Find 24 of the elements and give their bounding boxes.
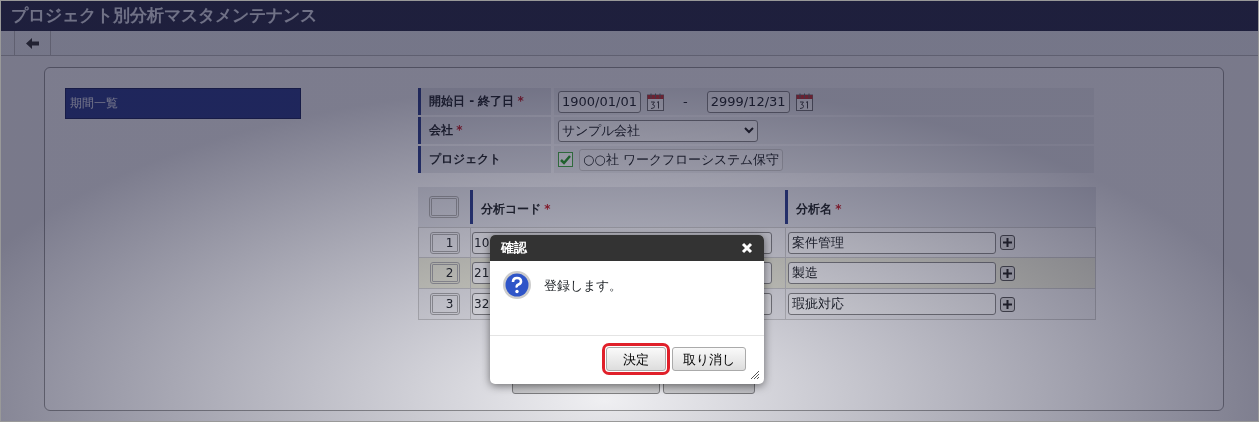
company-select[interactable]: サンプル会社 — [558, 119, 758, 142]
name-field[interactable]: 案件管理 — [788, 231, 996, 254]
field-label: 開始日 - 終了日 * — [418, 88, 551, 115]
window-title: プロジェクト別分析マスタメンテナンス — [1, 1, 1258, 31]
dialog-message: 登録します。 — [544, 277, 622, 295]
required-mark: * — [517, 94, 524, 108]
row-number[interactable]: 1 — [429, 231, 460, 254]
date-field[interactable]: 1900/01/01 — [558, 90, 641, 113]
field-label: プロジェクト — [418, 146, 551, 173]
date-field[interactable]: 2999/12/31 — [706, 90, 790, 113]
dialog-title: 確認 — [501, 239, 527, 258]
row-number[interactable]: 3 — [429, 293, 460, 315]
column-header: 分析コード * — [470, 190, 785, 224]
name-field[interactable]: 瑕疵対応 — [788, 293, 996, 315]
row-number[interactable]: 2 — [429, 262, 460, 284]
dialog-button[interactable]: 取り消し — [672, 347, 746, 371]
project-tag: ○○社 ワークフローシステム保守 — [579, 148, 783, 171]
required-mark: * — [456, 123, 463, 137]
field-label: 会社 * — [418, 117, 551, 144]
required-mark: * — [835, 202, 842, 216]
required-mark: * — [544, 202, 551, 216]
name-field[interactable]: 製造 — [788, 262, 996, 284]
column-header: 分析名 * — [785, 190, 1096, 224]
date-separator: - — [682, 92, 688, 111]
